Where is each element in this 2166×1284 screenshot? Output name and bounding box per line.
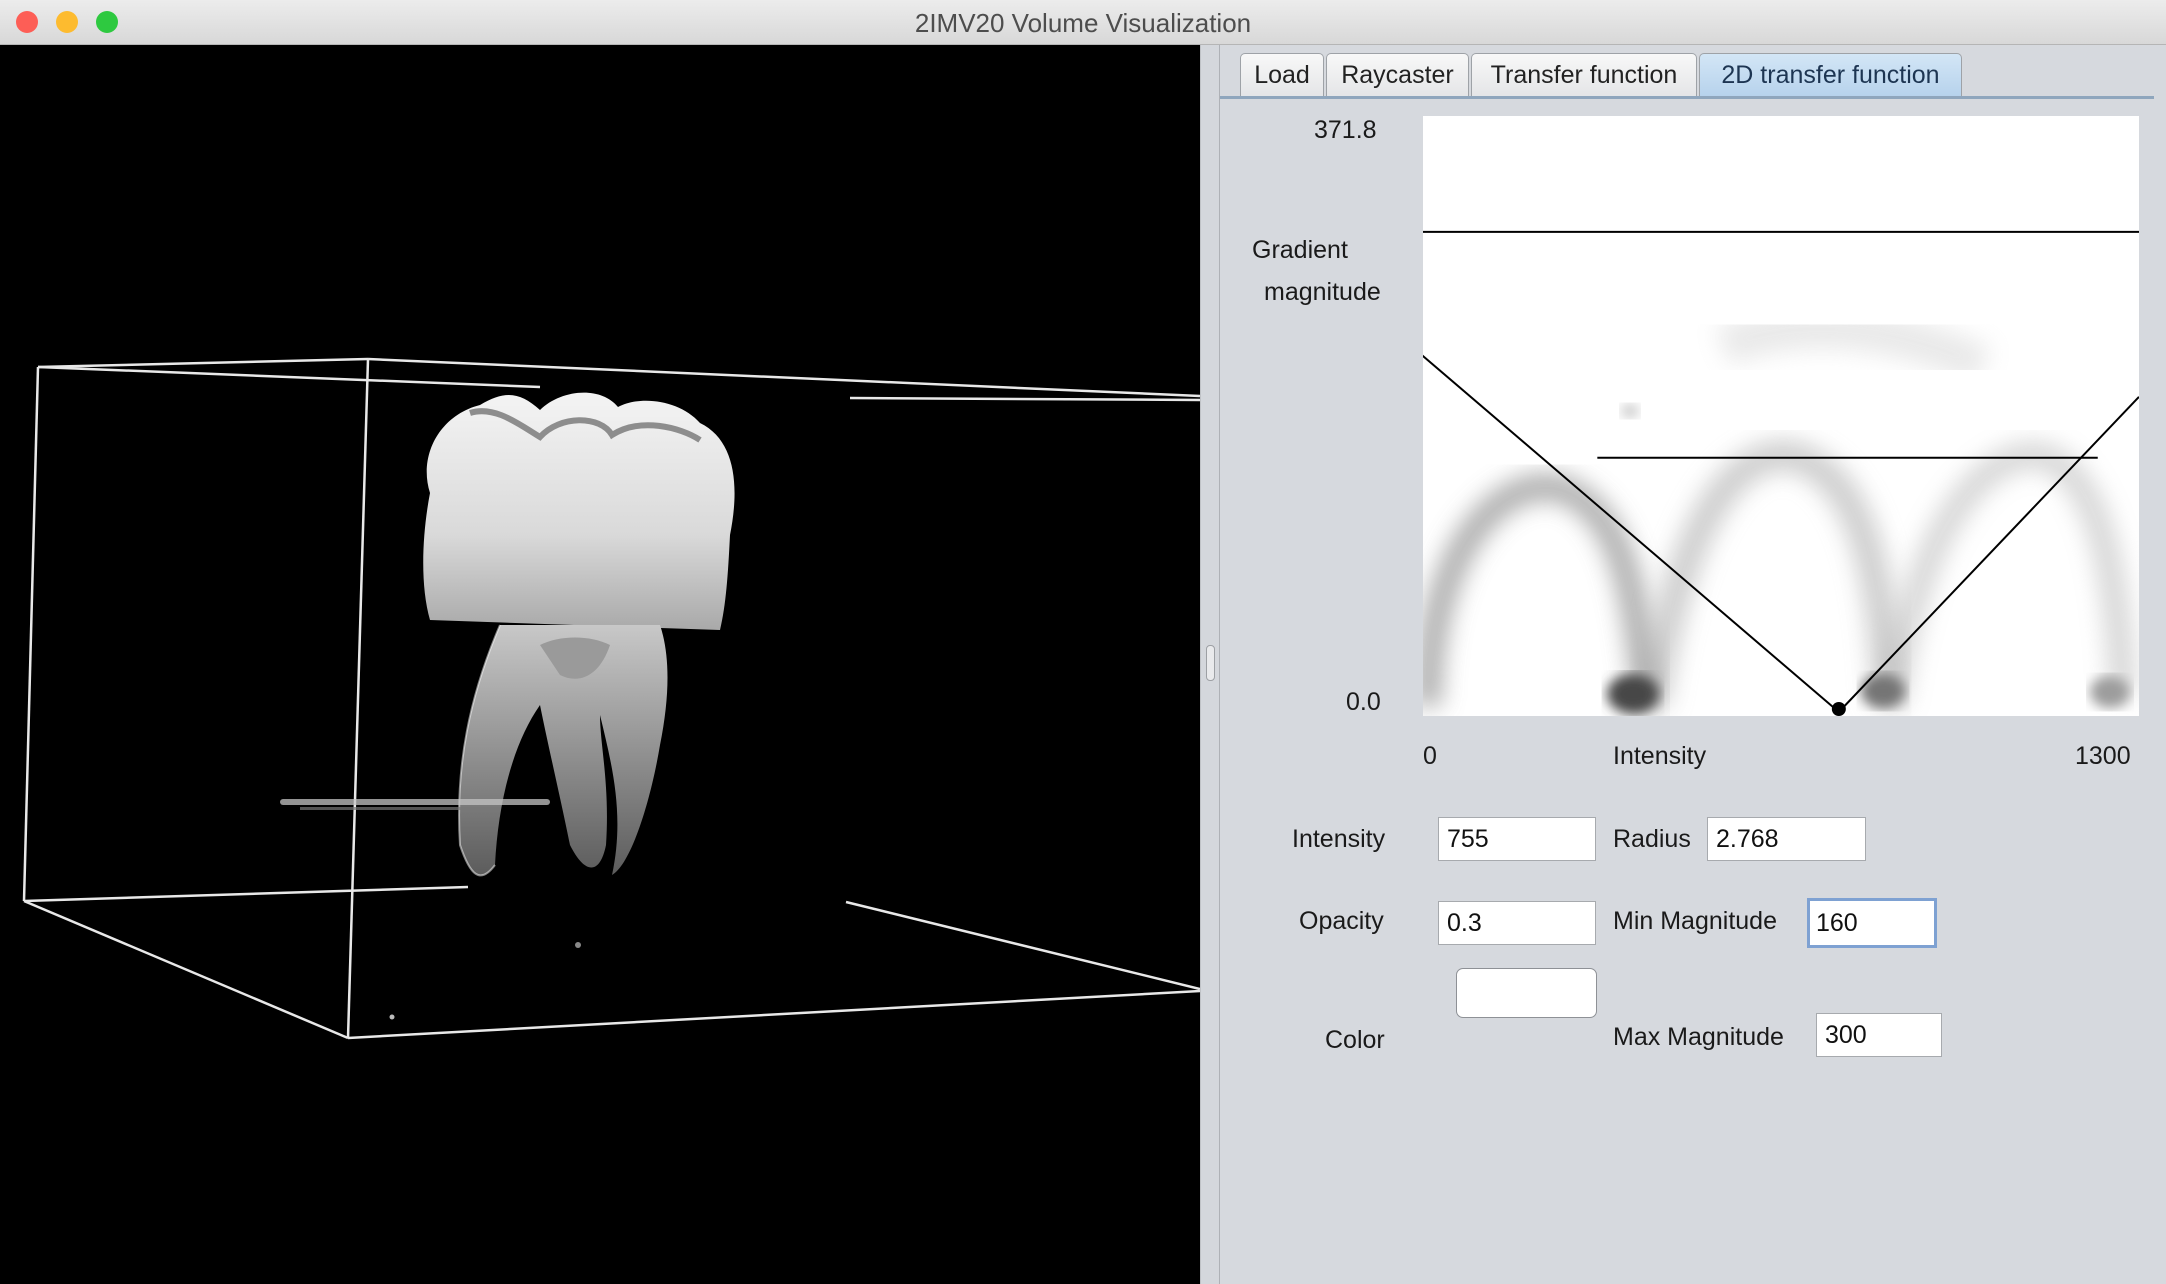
radius-label: Radius [1613, 825, 1691, 853]
y-axis-title-line1: Gradient [1252, 236, 1348, 264]
divider-grip-handle[interactable] [1206, 645, 1215, 681]
intensity-input[interactable] [1438, 817, 1596, 861]
split-pane-divider[interactable] [1200, 45, 1220, 1284]
opacity-label: Opacity [1299, 907, 1384, 935]
y-axis-title-line2: magnitude [1264, 278, 1381, 306]
max-magnitude-input[interactable] [1816, 1013, 1942, 1057]
volume-render-image [22, 357, 1200, 1040]
tooth-volume [280, 392, 735, 1020]
transfer-function-2d-canvas [1334, 230, 2140, 716]
radius-input[interactable] [1707, 817, 1866, 861]
tab-raycaster[interactable]: Raycaster [1326, 53, 1469, 97]
max-magnitude-label: Max Magnitude [1613, 1023, 1784, 1051]
triangle-anchor-handle [1831, 702, 1846, 716]
tab-2d-transfer-function[interactable]: 2D transfer function [1699, 53, 1962, 97]
transfer-function-2d-plot[interactable] [1334, 116, 2140, 716]
x-axis-min-label: 0 [1423, 742, 1437, 770]
tf-triangle-widget [1334, 230, 2140, 713]
tab-underline [1220, 96, 2154, 99]
color-label: Color [1325, 1026, 1385, 1054]
opacity-input[interactable] [1438, 901, 1596, 945]
intensity-label: Intensity [1292, 825, 1386, 853]
window-titlebar: 2IMV20 Volume Visualization [0, 0, 2166, 45]
min-magnitude-label: Min Magnitude [1613, 907, 1777, 935]
x-axis-title: Intensity [1613, 742, 1707, 770]
tab-transfer-function[interactable]: Transfer function [1471, 53, 1697, 97]
y-axis-min-label: 0.0 [1346, 688, 1381, 716]
y-axis-max-label: 371.8 [1314, 116, 1377, 144]
min-magnitude-input[interactable] [1807, 898, 1937, 948]
volume-render-viewport[interactable] [0, 45, 1200, 1284]
x-axis-max-label: 1300 [2075, 742, 2131, 770]
gradient-histogram [1415, 308, 2136, 714]
color-picker-button[interactable] [1456, 968, 1597, 1018]
control-panel: Load Raycaster Transfer function 2D tran… [1220, 45, 2166, 1284]
tab-load[interactable]: Load [1240, 53, 1324, 97]
window-title: 2IMV20 Volume Visualization [914, 8, 1252, 38]
